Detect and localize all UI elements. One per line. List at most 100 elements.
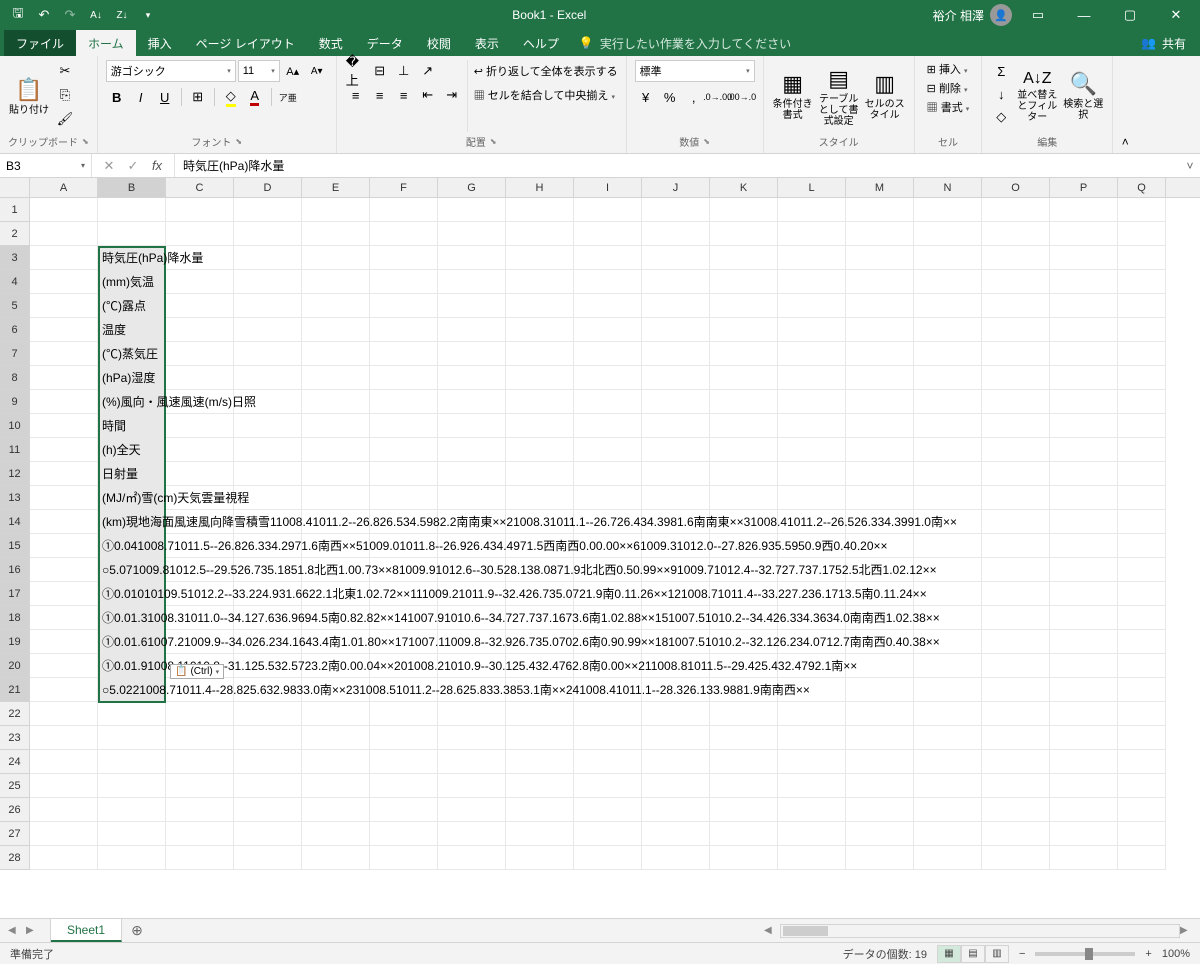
cell-B24[interactable] bbox=[98, 750, 166, 774]
cell-E1[interactable] bbox=[302, 198, 370, 222]
cell-Q8[interactable] bbox=[1118, 366, 1166, 390]
cell-L28[interactable] bbox=[778, 846, 846, 870]
cell-J10[interactable] bbox=[642, 414, 710, 438]
cell-B12[interactable]: 日射量 bbox=[98, 462, 166, 486]
cell-M27[interactable] bbox=[846, 822, 914, 846]
cell-G28[interactable] bbox=[438, 846, 506, 870]
column-header-L[interactable]: L bbox=[778, 178, 846, 197]
cell-A16[interactable] bbox=[30, 558, 98, 582]
cell-O19[interactable] bbox=[982, 630, 1050, 654]
cell-J3[interactable] bbox=[642, 246, 710, 270]
cell-M23[interactable] bbox=[846, 726, 914, 750]
cell-B25[interactable] bbox=[98, 774, 166, 798]
cell-L23[interactable] bbox=[778, 726, 846, 750]
cell-A18[interactable] bbox=[30, 606, 98, 630]
cell-O3[interactable] bbox=[982, 246, 1050, 270]
cell-G8[interactable] bbox=[438, 366, 506, 390]
zoom-in[interactable]: + bbox=[1145, 948, 1151, 960]
cell-B6[interactable]: 温度 bbox=[98, 318, 166, 342]
fx-button[interactable]: fx bbox=[146, 158, 168, 173]
cell-A1[interactable] bbox=[30, 198, 98, 222]
column-header-A[interactable]: A bbox=[30, 178, 98, 197]
cell-E4[interactable] bbox=[302, 270, 370, 294]
paste-button[interactable]: 📋 貼り付け bbox=[8, 60, 50, 132]
select-all-corner[interactable] bbox=[0, 178, 30, 197]
phonetic-button[interactable]: ア亜 bbox=[277, 86, 299, 108]
row-header-19[interactable]: 19 bbox=[0, 630, 30, 654]
close-button[interactable]: ✕ bbox=[1156, 0, 1196, 30]
cell-D2[interactable] bbox=[234, 222, 302, 246]
cell-B15[interactable]: ①0.041008.71011.5--26.826.334.2971.6南西××… bbox=[98, 534, 166, 558]
cell-B18[interactable]: ①0.01.31008.31011.0--34.127.636.9694.5南0… bbox=[98, 606, 166, 630]
cell-L9[interactable] bbox=[778, 390, 846, 414]
cell-D8[interactable] bbox=[234, 366, 302, 390]
cell-A15[interactable] bbox=[30, 534, 98, 558]
cell-B2[interactable] bbox=[98, 222, 166, 246]
cell-K22[interactable] bbox=[710, 702, 778, 726]
cell-O15[interactable] bbox=[982, 534, 1050, 558]
font-size-select[interactable]: 11▾ bbox=[238, 60, 280, 82]
cell-C4[interactable] bbox=[166, 270, 234, 294]
cell-L5[interactable] bbox=[778, 294, 846, 318]
cell-A25[interactable] bbox=[30, 774, 98, 798]
cell-F25[interactable] bbox=[370, 774, 438, 798]
autosum-button[interactable]: Σ bbox=[990, 60, 1012, 82]
cell-M4[interactable] bbox=[846, 270, 914, 294]
row-header-20[interactable]: 20 bbox=[0, 654, 30, 678]
cell-L3[interactable] bbox=[778, 246, 846, 270]
cell-P26[interactable] bbox=[1050, 798, 1118, 822]
cell-C7[interactable] bbox=[166, 342, 234, 366]
cell-I24[interactable] bbox=[574, 750, 642, 774]
cell-M21[interactable] bbox=[846, 678, 914, 702]
alignment-launcher[interactable]: ⬊ bbox=[490, 137, 497, 146]
cell-E9[interactable] bbox=[302, 390, 370, 414]
cell-D23[interactable] bbox=[234, 726, 302, 750]
cell-N10[interactable] bbox=[914, 414, 982, 438]
hscroll-right[interactable]: ▶ bbox=[1180, 925, 1196, 936]
cell-L8[interactable] bbox=[778, 366, 846, 390]
cell-I9[interactable] bbox=[574, 390, 642, 414]
cell-P18[interactable] bbox=[1050, 606, 1118, 630]
cell-I7[interactable] bbox=[574, 342, 642, 366]
cell-H26[interactable] bbox=[506, 798, 574, 822]
cell-N12[interactable] bbox=[914, 462, 982, 486]
cell-G3[interactable] bbox=[438, 246, 506, 270]
column-header-P[interactable]: P bbox=[1050, 178, 1118, 197]
cell-M12[interactable] bbox=[846, 462, 914, 486]
paste-options-button[interactable]: 📋 (Ctrl) ▾ bbox=[170, 664, 224, 679]
cell-L22[interactable] bbox=[778, 702, 846, 726]
cell-B3[interactable]: 時気圧(hPa)降水量 bbox=[98, 246, 166, 270]
borders-button[interactable]: ⊞ bbox=[187, 86, 209, 108]
tab-formulas[interactable]: 数式 bbox=[307, 30, 355, 56]
cell-J12[interactable] bbox=[642, 462, 710, 486]
cell-A3[interactable] bbox=[30, 246, 98, 270]
redo-button[interactable]: ↷ bbox=[58, 3, 82, 27]
cell-N15[interactable] bbox=[914, 534, 982, 558]
conditional-format-button[interactable]: ▦条件付き書式 bbox=[772, 60, 814, 132]
cell-B20[interactable]: ①0.01.91008.11010.8--31.125.532.5723.2南0… bbox=[98, 654, 166, 678]
row-header-7[interactable]: 7 bbox=[0, 342, 30, 366]
horizontal-scrollbar[interactable] bbox=[780, 924, 1180, 938]
name-box[interactable]: B3▾ bbox=[0, 154, 92, 177]
cell-J26[interactable] bbox=[642, 798, 710, 822]
cell-G5[interactable] bbox=[438, 294, 506, 318]
cell-G12[interactable] bbox=[438, 462, 506, 486]
cell-K24[interactable] bbox=[710, 750, 778, 774]
cell-H25[interactable] bbox=[506, 774, 574, 798]
cell-E5[interactable] bbox=[302, 294, 370, 318]
cell-J7[interactable] bbox=[642, 342, 710, 366]
bold-button[interactable]: B bbox=[106, 86, 128, 108]
cell-M13[interactable] bbox=[846, 486, 914, 510]
cell-E13[interactable] bbox=[302, 486, 370, 510]
cell-E6[interactable] bbox=[302, 318, 370, 342]
cell-G13[interactable] bbox=[438, 486, 506, 510]
cell-A13[interactable] bbox=[30, 486, 98, 510]
cell-H12[interactable] bbox=[506, 462, 574, 486]
cell-G2[interactable] bbox=[438, 222, 506, 246]
cell-N26[interactable] bbox=[914, 798, 982, 822]
cell-P8[interactable] bbox=[1050, 366, 1118, 390]
cell-A27[interactable] bbox=[30, 822, 98, 846]
column-header-C[interactable]: C bbox=[166, 178, 234, 197]
column-header-E[interactable]: E bbox=[302, 178, 370, 197]
cell-A17[interactable] bbox=[30, 582, 98, 606]
